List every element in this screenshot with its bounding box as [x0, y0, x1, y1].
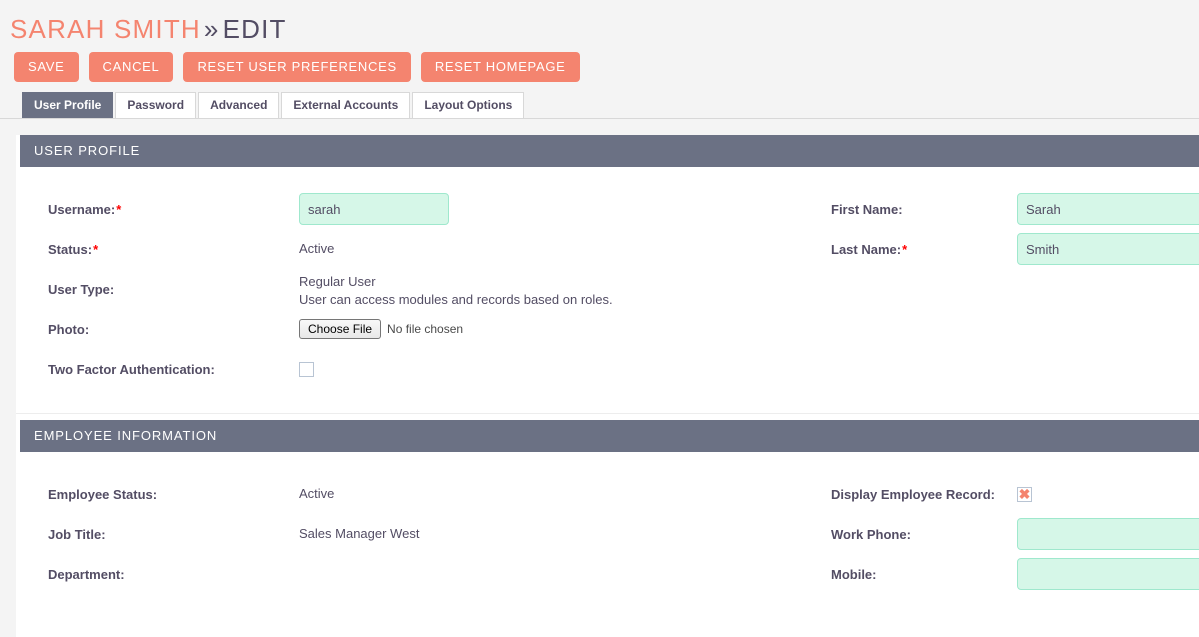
field-photo: Choose File No file chosen — [299, 309, 799, 349]
field-first-name — [1017, 189, 1199, 229]
first-name-input[interactable] — [1017, 193, 1199, 225]
label-photo-text: Photo: — [48, 322, 89, 337]
job-title-value: Sales Manager West — [299, 525, 799, 543]
field-work-phone — [1017, 514, 1199, 554]
save-button[interactable]: SAVE — [14, 52, 79, 82]
tab-user-profile[interactable]: User Profile — [22, 92, 113, 118]
label-user-type-text: User Type: — [48, 282, 114, 297]
label-work-phone-text: Work Phone: — [831, 527, 911, 542]
page-header: SARAH SMITH»EDIT — [0, 0, 1199, 52]
cancel-button[interactable]: CANCEL — [89, 52, 174, 82]
field-status: Active — [299, 229, 799, 269]
label-employee-status-text: Employee Status: — [48, 487, 157, 502]
label-spacer-2 — [799, 309, 1017, 349]
panel-user-profile: USER PROFILE Username:* First Name: Stat… — [16, 135, 1199, 395]
label-department: Department: — [16, 554, 299, 594]
action-button-bar: SAVE CANCEL RESET USER PREFERENCES RESET… — [0, 52, 1199, 92]
employee-information-field-grid: Employee Status: Active Display Employee… — [16, 452, 1199, 594]
label-mobile-text: Mobile: — [831, 567, 877, 582]
required-indicator-status: * — [93, 242, 98, 257]
reset-homepage-button[interactable]: RESET HOMEPAGE — [421, 52, 580, 82]
user-type-value: Regular User — [299, 273, 799, 291]
label-two-factor-text: Two Factor Authentication: — [48, 362, 215, 377]
label-photo: Photo: — [16, 309, 299, 349]
field-spacer-2 — [1017, 309, 1199, 349]
tab-advanced[interactable]: Advanced — [198, 92, 279, 118]
field-mobile — [1017, 554, 1199, 594]
display-employee-record-checkbox[interactable]: ✖ — [1017, 487, 1032, 502]
label-display-employee-record-text: Display Employee Record: — [831, 487, 995, 502]
checkmark-x-icon: ✖ — [1019, 488, 1031, 501]
tab-password[interactable]: Password — [115, 92, 196, 118]
label-status: Status:* — [16, 229, 299, 269]
photo-file-input[interactable]: Choose File No file chosen — [299, 319, 799, 339]
label-last-name: Last Name:* — [799, 229, 1017, 269]
required-indicator-username: * — [116, 202, 121, 217]
panel-header-user-profile: USER PROFILE — [20, 135, 1199, 167]
label-first-name-text: First Name: — [831, 202, 903, 217]
label-user-type: User Type: — [16, 269, 299, 309]
last-name-input[interactable] — [1017, 233, 1199, 265]
choose-file-button[interactable]: Choose File — [299, 319, 381, 339]
edit-form-content: USER PROFILE Username:* First Name: Stat… — [16, 135, 1199, 637]
label-display-employee-record: Display Employee Record: — [799, 474, 1017, 514]
tab-external-accounts[interactable]: External Accounts — [281, 92, 410, 118]
field-job-title: Sales Manager West — [299, 514, 799, 554]
user-type-description: User can access modules and records base… — [299, 291, 799, 309]
panel-header-employee-information: EMPLOYEE INFORMATION — [20, 420, 1199, 452]
required-indicator-last-name: * — [902, 242, 907, 257]
label-work-phone: Work Phone: — [799, 514, 1017, 554]
field-username — [299, 189, 799, 229]
breadcrumb-separator-icon: » — [201, 14, 223, 44]
label-two-factor-authentication: Two Factor Authentication: — [16, 349, 299, 389]
label-mobile: Mobile: — [799, 554, 1017, 594]
label-spacer-1 — [799, 269, 1017, 309]
label-first-name: First Name: — [799, 189, 1017, 229]
label-last-name-text: Last Name: — [831, 242, 901, 257]
field-spacer-3 — [1017, 349, 1199, 389]
reset-user-preferences-button[interactable]: RESET USER PREFERENCES — [183, 52, 410, 82]
status-value: Active — [299, 240, 799, 258]
field-department — [299, 554, 799, 594]
work-phone-input[interactable] — [1017, 518, 1199, 550]
username-input[interactable] — [299, 193, 449, 225]
field-user-type: Regular User User can access modules and… — [299, 269, 799, 309]
photo-file-status: No file chosen — [387, 322, 463, 336]
field-last-name — [1017, 229, 1199, 269]
panel-employee-information: EMPLOYEE INFORMATION Employee Status: Ac… — [16, 413, 1199, 600]
label-spacer-3 — [799, 349, 1017, 389]
user-profile-field-grid: Username:* First Name: Status:* Active L… — [16, 167, 1199, 389]
tab-bar: User Profile Password Advanced External … — [0, 92, 1199, 119]
field-display-employee-record: ✖ — [1017, 474, 1199, 514]
page-title-record-name: SARAH SMITH — [10, 14, 201, 44]
page-title: SARAH SMITH»EDIT — [10, 14, 1199, 44]
label-department-text: Department: — [48, 567, 125, 582]
page-title-action: EDIT — [223, 14, 287, 44]
field-two-factor-authentication — [299, 349, 799, 389]
label-job-title-text: Job Title: — [48, 527, 106, 542]
field-employee-status: Active — [299, 474, 799, 514]
tab-layout-options[interactable]: Layout Options — [412, 92, 524, 118]
two-factor-authentication-checkbox[interactable] — [299, 362, 314, 377]
label-username: Username:* — [16, 189, 299, 229]
label-job-title: Job Title: — [16, 514, 299, 554]
field-spacer-1 — [1017, 269, 1199, 309]
mobile-input[interactable] — [1017, 558, 1199, 590]
label-username-text: Username: — [48, 202, 115, 217]
label-employee-status: Employee Status: — [16, 474, 299, 514]
employee-status-value: Active — [299, 485, 799, 503]
label-status-text: Status: — [48, 242, 92, 257]
